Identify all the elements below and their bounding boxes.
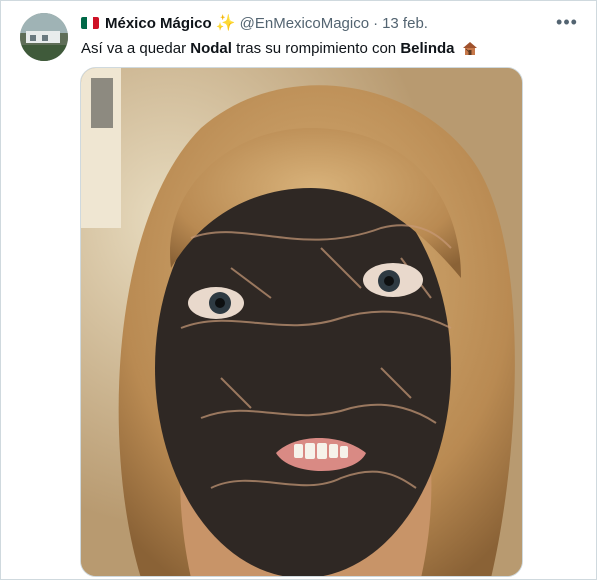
tweet-text-part: tras su rompimiento con <box>231 40 401 57</box>
avatar[interactable] <box>20 13 68 61</box>
separator: · <box>373 14 379 32</box>
mexico-flag-icon <box>81 17 99 29</box>
tweet-text: Así va a quedar Nodal tras su rompimient… <box>81 39 478 59</box>
tweet-media-image[interactable] <box>80 67 523 577</box>
display-name[interactable]: México Mágico <box>105 15 212 32</box>
user-handle[interactable]: @EnMexicoMagico <box>240 15 369 32</box>
photo-child-marker-face <box>81 68 522 576</box>
mention-belinda: Belinda <box>400 40 455 57</box>
more-options-icon[interactable]: ••• <box>552 9 582 35</box>
mention-nodal: Nodal <box>190 40 232 57</box>
tweet-date[interactable]: 13 feb. <box>382 15 428 32</box>
tweet-text-part: Así va a quedar <box>81 40 191 57</box>
tweet-card[interactable]: México Mágico ✨ @EnMexicoMagico · 13 feb… <box>0 0 597 580</box>
derelict-house-icon <box>462 42 477 55</box>
tweet-header: México Mágico ✨ @EnMexicoMagico · 13 feb… <box>81 13 428 33</box>
sparkles-icon: ✨ <box>215 15 236 32</box>
avatar-image <box>20 13 68 61</box>
